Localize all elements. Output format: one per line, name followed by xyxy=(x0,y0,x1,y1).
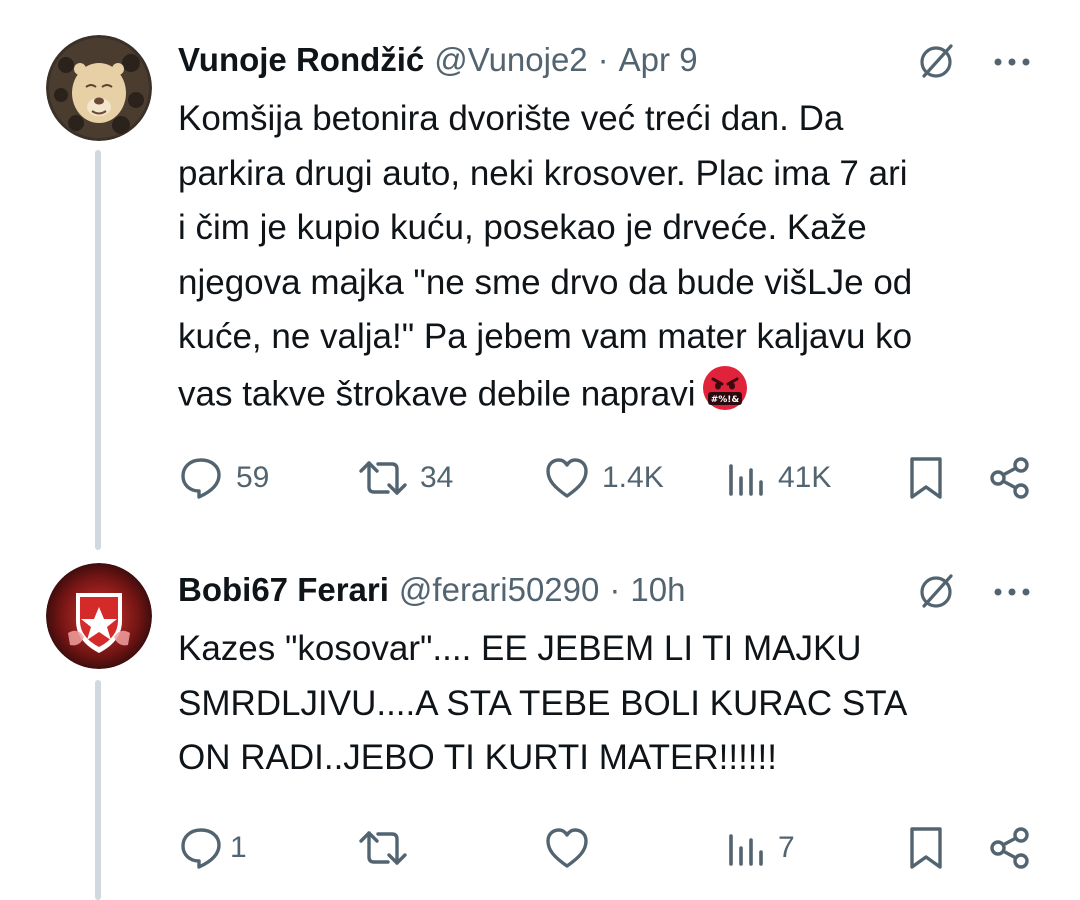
reply-icon xyxy=(181,828,221,869)
avatar[interactable] xyxy=(46,563,152,669)
like-count: 1.4K xyxy=(602,461,664,494)
reply-count: 1 xyxy=(230,831,247,864)
action-bar: 1 7 xyxy=(178,818,1038,878)
repost-button[interactable] xyxy=(358,818,408,878)
views-icon xyxy=(729,464,763,496)
repost-count: 34 xyxy=(420,461,454,494)
author-handle[interactable]: @ferari50290 xyxy=(399,571,599,609)
bookmark-button[interactable] xyxy=(908,448,944,508)
timestamp[interactable]: 10h xyxy=(630,571,685,609)
views-button[interactable]: 41K xyxy=(726,448,831,508)
tweet-header: Vunoje Rondžić @Vunoje2 · Apr 9 xyxy=(178,35,698,85)
grok-icon[interactable] xyxy=(915,40,957,82)
tweet-text: Kazes "kosovar".... EE JEBEM LI TI MAJKU… xyxy=(178,622,1018,786)
reply-button[interactable]: 1 xyxy=(178,818,247,878)
views-icon xyxy=(729,834,763,866)
avatar[interactable] xyxy=(46,35,152,141)
separator: · xyxy=(609,571,621,608)
text-line: parkira drugi auto, neki krosover. Plac … xyxy=(178,153,908,193)
bookmark-icon xyxy=(910,827,942,869)
bookmark-icon xyxy=(910,457,942,499)
thread-connector xyxy=(95,150,101,550)
text-line: i čim je kupio kuću, posekao je drveće. … xyxy=(178,208,867,247)
share-button[interactable] xyxy=(988,818,1032,878)
like-button[interactable] xyxy=(544,818,590,878)
repost-icon xyxy=(359,831,407,865)
more-icon[interactable] xyxy=(990,52,1034,72)
like-icon xyxy=(546,828,588,868)
author-name[interactable]: Bobi67 Ferari xyxy=(178,571,389,609)
share-icon xyxy=(990,827,1029,869)
separator: · xyxy=(597,41,609,78)
text-line: vas takve štrokave debile napravi #%!& xyxy=(178,365,1048,428)
like-icon xyxy=(546,458,588,498)
repost-button[interactable]: 34 xyxy=(358,448,453,508)
like-button[interactable]: 1.4K xyxy=(544,448,664,508)
more-icon[interactable] xyxy=(990,582,1034,602)
text-line: SMRDLJIVU....A STA TEBE BOLI KURAC STA xyxy=(178,683,908,723)
reply-icon xyxy=(181,458,221,499)
thread-connector xyxy=(95,680,101,900)
grok-icon[interactable] xyxy=(915,570,957,612)
reply-button[interactable]: 59 xyxy=(178,448,269,508)
text-line: ON RADI..JEBO TI KURTI MATER!!!!!! xyxy=(178,738,777,777)
reply-count: 59 xyxy=(236,461,270,494)
text-line: kuće, ne valja!" Pa jebem vam mater kalj… xyxy=(178,317,913,356)
views-count: 41K xyxy=(778,461,832,494)
text-line: Komšija betonira dvorište već treći dan.… xyxy=(178,99,844,138)
views-count: 7 xyxy=(778,831,795,864)
action-bar: 59 34 1.4K 41K xyxy=(178,448,1038,508)
bookmark-button[interactable] xyxy=(908,818,944,878)
tweet-text: Komšija betonira dvorište već treći dan.… xyxy=(178,92,1048,427)
views-button[interactable]: 7 xyxy=(726,818,795,878)
timestamp[interactable]: Apr 9 xyxy=(619,41,698,79)
author-handle[interactable]: @Vunoje2 xyxy=(434,41,587,79)
emoji-text: #%!& xyxy=(710,395,739,405)
tweet-header: Bobi67 Ferari @ferari50290 · 10h xyxy=(178,565,685,615)
text-line: njegova majka "ne sme drvo da bude višLJ… xyxy=(178,262,913,302)
share-icon xyxy=(990,457,1029,499)
text-line-content: vas takve štrokave debile napravi xyxy=(178,374,696,413)
text-line: Kazes "kosovar".... EE JEBEM LI TI MAJKU xyxy=(178,629,862,668)
author-name[interactable]: Vunoje Rondžić xyxy=(178,41,424,79)
share-button[interactable] xyxy=(988,448,1032,508)
repost-icon xyxy=(359,461,407,495)
cursing-face-emoji: #%!& xyxy=(702,365,748,428)
